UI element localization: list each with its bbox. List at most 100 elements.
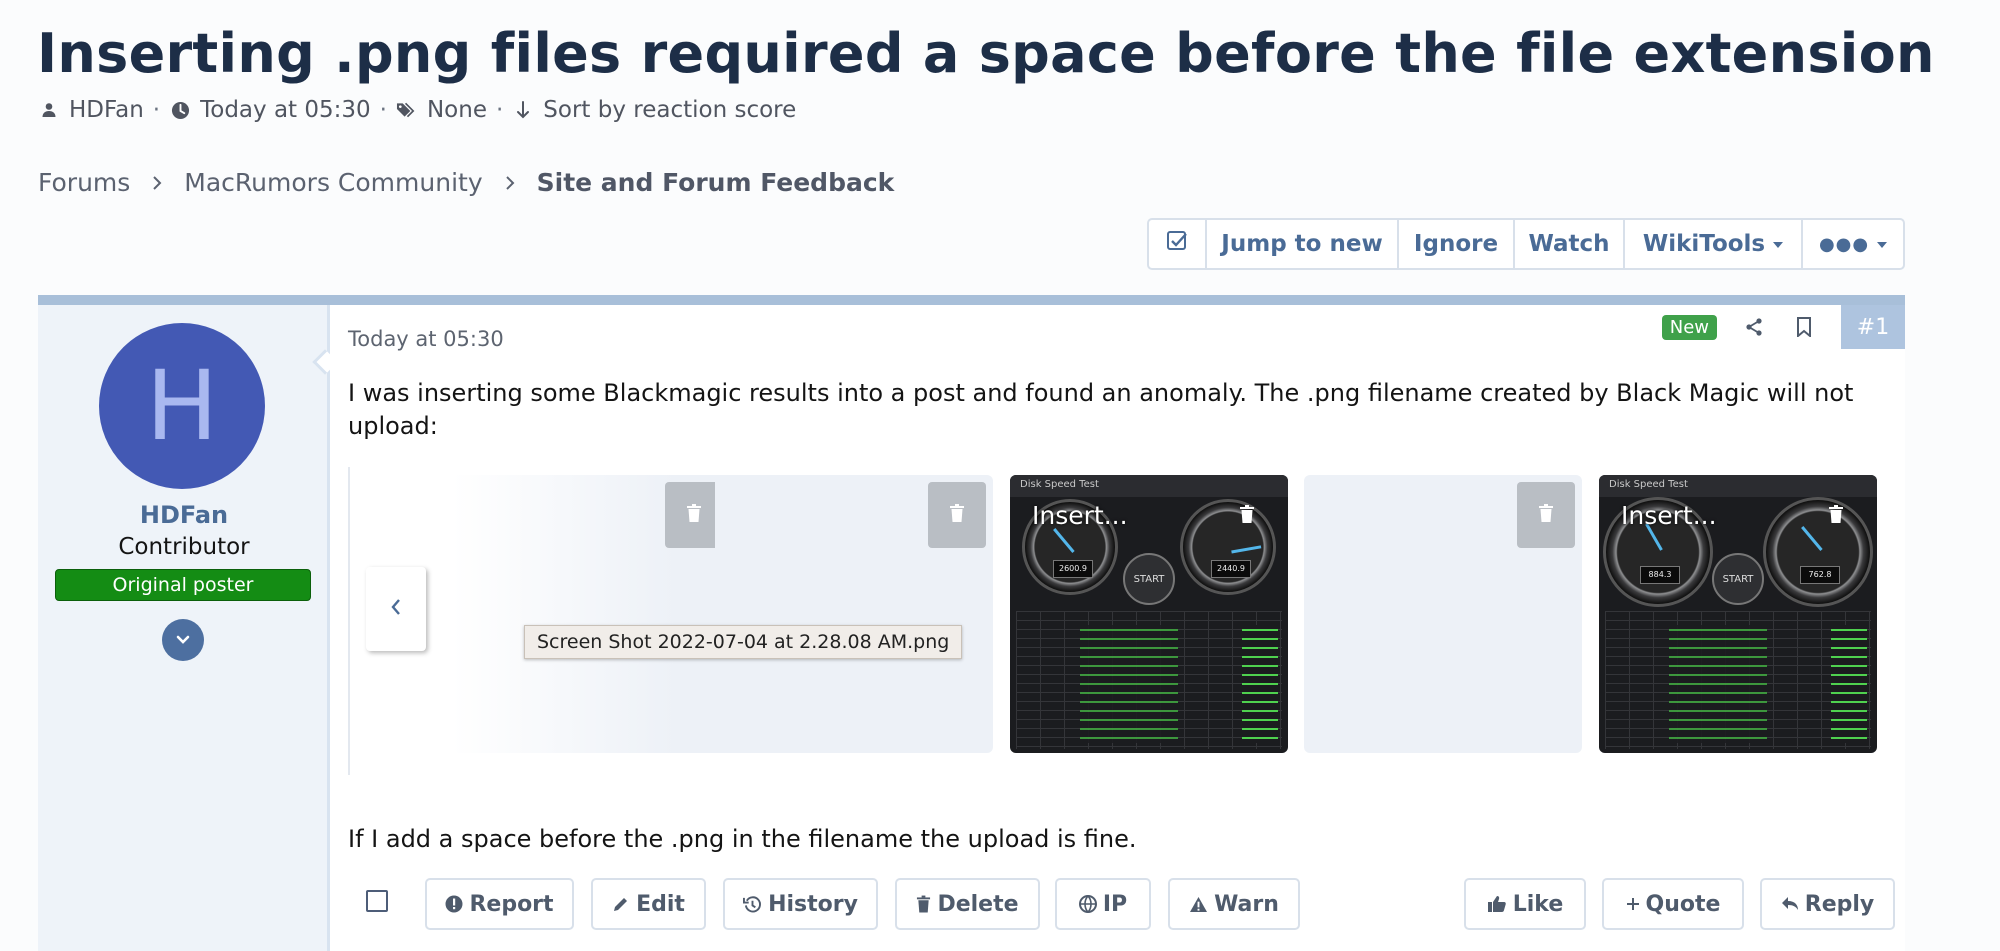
write-readout: 2600.9 bbox=[1053, 560, 1093, 578]
edit-button[interactable]: Edit bbox=[591, 878, 706, 930]
attachment-thumb[interactable] bbox=[452, 475, 730, 753]
gauge-needle bbox=[1053, 528, 1075, 553]
chevron-right-icon bbox=[505, 175, 515, 191]
delete-attachment-button[interactable] bbox=[1232, 501, 1262, 531]
attachment-thumb[interactable] bbox=[1304, 475, 1582, 753]
warn-label: Warn bbox=[1214, 891, 1279, 917]
trash-icon bbox=[1538, 504, 1554, 526]
results-checks bbox=[1669, 625, 1767, 743]
thread-author[interactable]: HDFan bbox=[69, 97, 144, 123]
read-readout: 2440.9 bbox=[1211, 560, 1251, 578]
history-label: History bbox=[768, 891, 858, 917]
screenshot-header: Disk Speed Test bbox=[1599, 475, 1877, 497]
caret-down-icon bbox=[1773, 242, 1784, 248]
edit-label: Edit bbox=[636, 891, 685, 917]
reply-arrow-icon bbox=[1781, 896, 1799, 912]
thread-tags: None bbox=[426, 97, 487, 123]
delete-attachment-button[interactable] bbox=[1517, 482, 1575, 548]
sort-link[interactable]: Sort by reaction score bbox=[543, 97, 796, 123]
post-user-column: H HDFan Contributor Original poster bbox=[38, 305, 330, 951]
trash-icon bbox=[1239, 505, 1255, 527]
like-button[interactable]: Like bbox=[1464, 878, 1586, 930]
results-checks bbox=[1080, 625, 1178, 743]
wikitools-label: WikiTools bbox=[1642, 231, 1766, 257]
results-speeds bbox=[1242, 625, 1278, 743]
gallery-prev-button[interactable] bbox=[366, 567, 426, 651]
like-label: Like bbox=[1512, 891, 1564, 917]
reply-label: Reply bbox=[1804, 891, 1875, 917]
new-badge: New bbox=[1661, 314, 1717, 340]
delete-label: Delete bbox=[937, 891, 1019, 917]
attachment-thumb[interactable] bbox=[715, 475, 993, 753]
read-readout: 762.8 bbox=[1800, 566, 1840, 584]
pencil-icon bbox=[612, 895, 630, 913]
post-timestamp[interactable]: Today at 05:30 bbox=[348, 327, 504, 351]
clock-icon bbox=[169, 99, 191, 121]
warn-button[interactable]: Warn bbox=[1168, 878, 1300, 930]
meta-separator: · bbox=[379, 97, 387, 123]
chevron-down-icon bbox=[175, 631, 191, 650]
attachment-thumb[interactable]: Disk Speed Test 2600.9 START 2440.9 Inse… bbox=[1010, 475, 1288, 753]
trash-icon bbox=[1828, 505, 1844, 527]
more-options-menu[interactable]: ●●● bbox=[1803, 220, 1903, 268]
watch-button[interactable]: Watch bbox=[1515, 220, 1625, 268]
ip-label: IP bbox=[1102, 891, 1128, 917]
quote-label: Quote bbox=[1645, 891, 1721, 917]
breadcrumb-forums[interactable]: Forums bbox=[38, 168, 130, 197]
ignore-button[interactable]: Ignore bbox=[1399, 220, 1515, 268]
jump-to-new-button[interactable]: Jump to new bbox=[1207, 220, 1399, 268]
post-content: Today at 05:30 New #1 I was inserting so… bbox=[348, 305, 1905, 951]
bookmark-icon[interactable] bbox=[1791, 314, 1817, 340]
thread-toolbar: Jump to new Ignore Watch WikiTools ●●● bbox=[1147, 218, 1905, 270]
thumbs-up-icon bbox=[1487, 895, 1507, 913]
post-action-bar: Report Edit History Delete IP Warn Like … bbox=[348, 878, 1905, 930]
avatar[interactable]: H bbox=[99, 323, 265, 489]
gauge-needle bbox=[1801, 526, 1823, 551]
disk-speed-screenshot: Disk Speed Test 884.3 START 762.8 Insert… bbox=[1599, 475, 1877, 753]
globe-icon bbox=[1078, 895, 1097, 913]
attachment-caption: Insert... bbox=[1032, 501, 1128, 530]
post-number[interactable]: #1 bbox=[1841, 305, 1905, 349]
disk-speed-screenshot: Disk Speed Test 2600.9 START 2440.9 Inse… bbox=[1010, 475, 1288, 753]
delete-attachment-button[interactable] bbox=[1821, 501, 1851, 531]
post-text-1: I was inserting some Blackmagic results … bbox=[348, 379, 1854, 440]
select-thread-button[interactable] bbox=[1149, 220, 1207, 268]
wikitools-menu[interactable]: WikiTools bbox=[1625, 220, 1803, 268]
start-button-graphic: START bbox=[1712, 553, 1764, 605]
alert-circle-icon bbox=[445, 895, 463, 913]
history-button[interactable]: History bbox=[723, 878, 878, 930]
gauge-needle bbox=[1231, 545, 1262, 554]
trash-icon bbox=[686, 504, 702, 526]
breadcrumb: Forums MacRumors Community Site and Foru… bbox=[38, 168, 894, 197]
delete-button[interactable]: Delete bbox=[895, 878, 1040, 930]
select-post-checkbox[interactable] bbox=[366, 890, 388, 912]
share-icon[interactable] bbox=[1741, 314, 1767, 340]
start-button-graphic: START bbox=[1123, 553, 1175, 605]
delete-attachment-button[interactable] bbox=[928, 482, 986, 548]
sort-arrow-icon bbox=[512, 99, 534, 121]
reply-button[interactable]: Reply bbox=[1760, 878, 1895, 930]
quote-button[interactable]: Quote bbox=[1602, 878, 1744, 930]
expand-user-info-button[interactable] bbox=[162, 619, 204, 661]
post-badges: New #1 bbox=[1661, 305, 1905, 349]
trash-icon bbox=[949, 504, 965, 526]
ip-button[interactable]: IP bbox=[1055, 878, 1151, 930]
chevron-left-icon bbox=[390, 597, 402, 621]
attachment-caption: Insert... bbox=[1621, 501, 1717, 530]
post: H HDFan Contributor Original poster Toda… bbox=[38, 295, 1905, 951]
original-poster-badge: Original poster bbox=[55, 569, 311, 601]
post-username[interactable]: HDFan bbox=[38, 501, 330, 529]
breadcrumb-community[interactable]: MacRumors Community bbox=[184, 168, 482, 197]
thread-title: Inserting .png files required a space be… bbox=[37, 22, 1935, 85]
breadcrumb-current[interactable]: Site and Forum Feedback bbox=[537, 168, 895, 197]
attachment-thumb[interactable]: Disk Speed Test 884.3 START 762.8 Insert… bbox=[1599, 475, 1877, 753]
checkbox-icon bbox=[1166, 230, 1188, 258]
more-dots: ●●● bbox=[1818, 233, 1870, 255]
report-button[interactable]: Report bbox=[425, 878, 574, 930]
results-speeds bbox=[1831, 625, 1867, 743]
plus-icon bbox=[1626, 897, 1640, 911]
tags-icon bbox=[396, 99, 418, 121]
thread-time[interactable]: Today at 05:30 bbox=[200, 97, 371, 123]
post-text-2: If I add a space before the .png in the … bbox=[348, 825, 1137, 853]
read-gauge: 762.8 bbox=[1763, 497, 1873, 607]
